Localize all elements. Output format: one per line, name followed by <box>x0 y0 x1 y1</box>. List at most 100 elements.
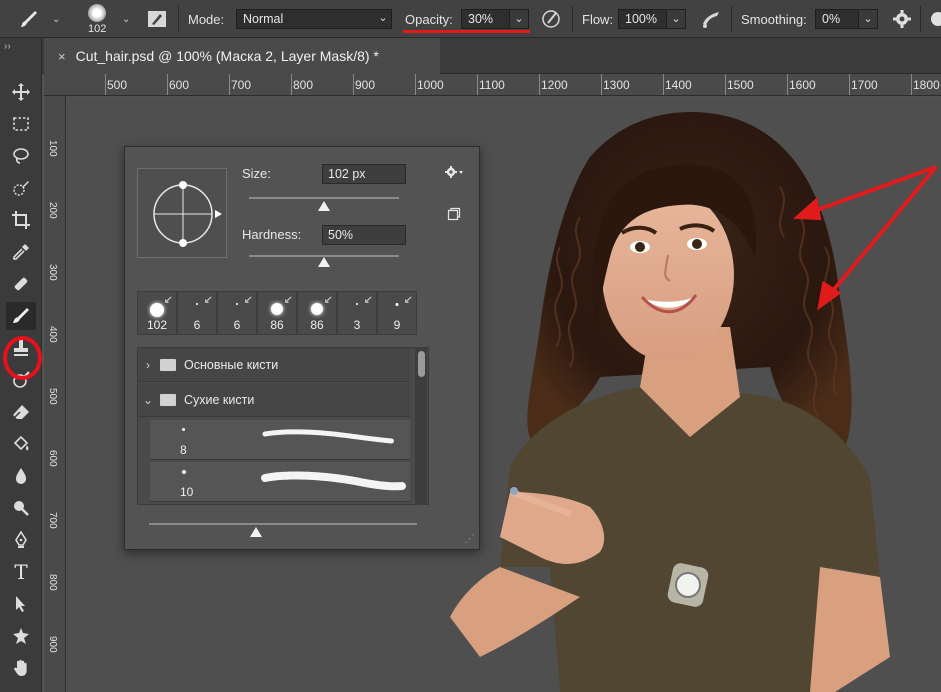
ruler-tick-label: 100 <box>47 140 58 157</box>
chevron-down-icon[interactable]: ⌄ <box>122 0 130 38</box>
scrollbar-thumb[interactable] <box>418 351 425 377</box>
mode-label: Mode: <box>188 11 225 27</box>
flow-label: Flow: <box>582 11 614 27</box>
ruler-tick-label: 600 <box>47 450 58 467</box>
brush-groups-list: › Основные кисти ⌄ Сухие кисти 8 10 <box>137 347 429 505</box>
smoothing-dropdown[interactable]: ⌄ <box>858 9 878 29</box>
ruler-tick-label: 500 <box>107 78 128 92</box>
size-slider-thumb[interactable] <box>318 201 330 211</box>
crop-tool-icon[interactable] <box>6 206 36 234</box>
ruler-tick-label: 700 <box>47 512 58 529</box>
brush-tip-dot <box>196 303 198 305</box>
brush-size-number: 8 <box>180 443 187 457</box>
brush-tip-preview[interactable] <box>137 168 227 258</box>
brush-preset-size: 102 <box>146 318 168 332</box>
brush-group-name: Основные кисти <box>184 357 279 372</box>
ruler-tick-label: 1100 <box>479 78 505 92</box>
brush-preset-item[interactable]: ↙ 3 <box>337 291 377 335</box>
hardness-input[interactable]: 50% <box>322 225 406 245</box>
size-slider-track[interactable] <box>249 197 399 199</box>
brush-preset-item[interactable]: ↙ 102 <box>137 291 177 335</box>
panel-settings-gear-icon[interactable] <box>445 165 465 184</box>
ruler-tick-label: 1400 <box>665 78 692 92</box>
brush-preset-item[interactable]: ↙ 86 <box>257 291 297 335</box>
mode-select[interactable]: Normal <box>236 9 392 29</box>
brush-list-scrollbar[interactable] <box>415 347 427 505</box>
flow-input[interactable]: 100% <box>618 9 667 29</box>
brush-preset-item[interactable]: ↙ 6 <box>217 291 257 335</box>
new-preset-icon[interactable] <box>447 207 461 226</box>
brush-group-basic[interactable]: › Основные кисти <box>138 348 410 382</box>
ruler-tick-label: 800 <box>47 574 58 591</box>
vertical-ruler: 100 200 300 400 500 600 700 800 900 <box>44 96 66 692</box>
pressure-size-icon: ↙ <box>163 294 173 306</box>
pressure-opacity-icon[interactable] <box>540 0 562 38</box>
resize-grip-icon[interactable]: ⋰ <box>464 532 475 545</box>
ruler-tick-label: 1600 <box>789 78 816 92</box>
type-tool-icon[interactable]: T <box>6 558 36 586</box>
collapse-chevrons-icon[interactable]: ›› <box>4 41 11 52</box>
preview-size-slider-thumb[interactable] <box>250 527 262 537</box>
brush-preset-size: 9 <box>393 318 401 332</box>
opacity-highlight-underline <box>403 30 530 33</box>
healing-brush-tool-icon[interactable] <box>6 270 36 298</box>
hardness-slider-thumb[interactable] <box>318 257 330 267</box>
brush-tool-icon[interactable] <box>6 302 36 330</box>
airbrush-icon[interactable] <box>699 0 723 38</box>
pressure-size-icon: ↙ <box>363 294 373 306</box>
brush-tip-dot <box>356 303 358 305</box>
eraser-tool-icon[interactable] <box>6 398 36 426</box>
brush-tool-icon[interactable] <box>18 0 40 38</box>
lasso-tool-icon[interactable] <box>6 142 36 170</box>
ruler-tick-label: 900 <box>355 78 376 92</box>
symmetry-icon[interactable] <box>928 0 941 38</box>
preview-size-slider-track[interactable] <box>149 523 417 525</box>
brush-settings-panel-icon[interactable] <box>146 0 168 38</box>
chevron-right-icon: › <box>146 357 150 372</box>
pressure-size-icon: ↙ <box>283 294 293 306</box>
ruler-tick-label: 1500 <box>727 78 754 92</box>
dodge-tool-icon[interactable] <box>6 494 36 522</box>
ruler-tick-label: 300 <box>47 264 58 281</box>
marquee-tool-icon[interactable] <box>6 110 36 138</box>
blur-tool-icon[interactable] <box>6 462 36 490</box>
brush-group-dry[interactable]: ⌄ Сухие кисти <box>138 383 410 417</box>
paint-bucket-tool-icon[interactable] <box>6 430 36 458</box>
brush-preset-item[interactable]: ↙ 6 <box>177 291 217 335</box>
brush-item[interactable]: 8 <box>150 420 410 460</box>
eyedropper-tool-icon[interactable] <box>6 238 36 266</box>
brush-tip-dot <box>236 303 238 305</box>
brush-tool-highlight-circle <box>3 336 42 380</box>
brush-tip-dot <box>271 303 283 315</box>
ruler-tick-label: 1700 <box>851 78 878 92</box>
close-tab-icon[interactable]: × <box>58 49 66 64</box>
recent-brush-presets: ↙ 102 ↙ 6 ↙ 6 ↙ 86 ↙ 86 ↙ 3 ↙ 9 <box>137 291 419 335</box>
smoothing-gear-icon[interactable] <box>892 0 912 38</box>
smoothing-value: 0% <box>822 12 841 26</box>
path-selection-tool-icon[interactable] <box>6 590 36 618</box>
opacity-input[interactable]: 30% <box>461 9 510 29</box>
shape-tool-icon[interactable] <box>6 622 36 650</box>
flow-dropdown[interactable]: ⌄ <box>666 9 686 29</box>
opacity-dropdown[interactable]: ⌄ <box>509 9 529 29</box>
chevron-down-icon[interactable]: ⌄ <box>373 9 393 29</box>
size-value: 102 px <box>328 167 366 181</box>
pen-tool-icon[interactable] <box>6 526 36 554</box>
size-input[interactable]: 102 px <box>322 164 406 184</box>
move-tool-icon[interactable] <box>6 78 36 106</box>
smoothing-input[interactable]: 0% <box>815 9 859 29</box>
hand-tool-icon[interactable] <box>6 654 36 682</box>
brush-preset-item[interactable]: ↙ 9 <box>377 291 417 335</box>
document-tab[interactable]: × Cut_hair.psd @ 100% (Маска 2, Layer Ma… <box>44 38 440 74</box>
chevron-down-icon[interactable]: ⌄ <box>52 0 60 38</box>
quick-selection-tool-icon[interactable] <box>6 174 36 202</box>
brush-item[interactable]: 10 <box>150 462 410 502</box>
document-title: Cut_hair.psd @ 100% (Маска 2, Layer Mask… <box>75 48 379 64</box>
brush-preset-item[interactable]: ↙ 86 <box>297 291 337 335</box>
brush-preset-size: 3 <box>353 318 361 332</box>
ruler-tick-label: 900 <box>47 636 58 653</box>
brush-tip-dot <box>182 428 185 431</box>
brush-size-label: 102 <box>88 22 107 35</box>
pressure-size-icon: ↙ <box>243 294 253 306</box>
brush-preset-picker[interactable]: 102 <box>88 0 106 38</box>
